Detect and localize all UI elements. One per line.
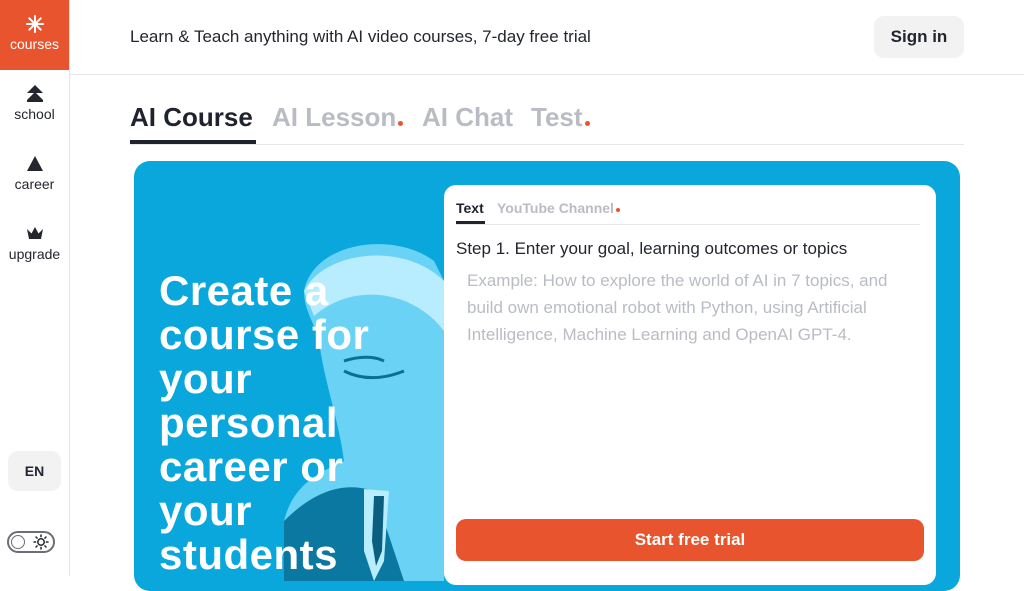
start-free-trial-button[interactable]: Start free trial <box>456 519 924 561</box>
sidebar-item-label: career <box>14 176 55 192</box>
hero-title: Create a course for your personal career… <box>159 267 370 578</box>
tab-label: AI Chat <box>422 102 513 132</box>
tab-label: Test <box>531 102 583 132</box>
new-dot <box>398 121 404 126</box>
theme-toggle[interactable] <box>7 531 55 553</box>
new-dot <box>584 121 590 126</box>
crown-icon <box>0 224 69 244</box>
language-button[interactable]: EN <box>8 451 61 491</box>
tab-label: AI Lesson <box>272 102 397 132</box>
sidebar-item-courses[interactable]: courses <box>0 0 69 70</box>
active-tab-indicator <box>130 140 256 144</box>
sparkle-icon <box>0 14 69 34</box>
tab-ai-chat[interactable]: AI Chat <box>422 102 513 133</box>
sun-icon <box>33 534 49 555</box>
sign-in-button[interactable]: Sign in <box>874 16 964 58</box>
goal-input[interactable] <box>456 263 920 493</box>
active-tab-indicator <box>456 221 485 224</box>
tab-label: Text <box>456 200 484 216</box>
tab-text[interactable]: Text <box>456 200 484 216</box>
tab-ai-lesson[interactable]: AI Lesson <box>272 102 404 133</box>
top-header: Learn & Teach anything with AI video cou… <box>70 0 1024 75</box>
tab-label: YouTube Channel <box>497 200 614 216</box>
tab-youtube-channel[interactable]: YouTube Channel <box>497 200 620 216</box>
tab-ai-course[interactable]: AI Course <box>130 102 253 133</box>
tab-test[interactable]: Test <box>531 102 590 133</box>
input-mode-tabs: Text YouTube Channel <box>456 200 920 225</box>
step-label: Step 1. Enter your goal, learning outcom… <box>456 239 848 258</box>
header-tagline: Learn & Teach anything with AI video cou… <box>130 27 591 46</box>
toggle-knob <box>11 535 25 549</box>
sidebar: courses school career upgrade EN <box>0 0 70 576</box>
main-tabs: AI Course AI Lesson AI Chat Test <box>130 100 964 145</box>
sidebar-item-upgrade[interactable]: upgrade <box>0 224 69 262</box>
sidebar-item-label: upgrade <box>8 246 61 262</box>
sidebar-item-label: school <box>14 106 55 122</box>
course-input-panel: Text YouTube Channel Step 1. Enter your … <box>444 185 936 585</box>
triangle-icon <box>0 154 69 174</box>
school-icon <box>0 84 69 104</box>
sidebar-item-school[interactable]: school <box>0 84 69 122</box>
new-dot <box>615 208 620 212</box>
sidebar-item-career[interactable]: career <box>0 154 69 192</box>
sidebar-item-label: courses <box>9 36 60 52</box>
tab-label: AI Course <box>130 102 253 132</box>
